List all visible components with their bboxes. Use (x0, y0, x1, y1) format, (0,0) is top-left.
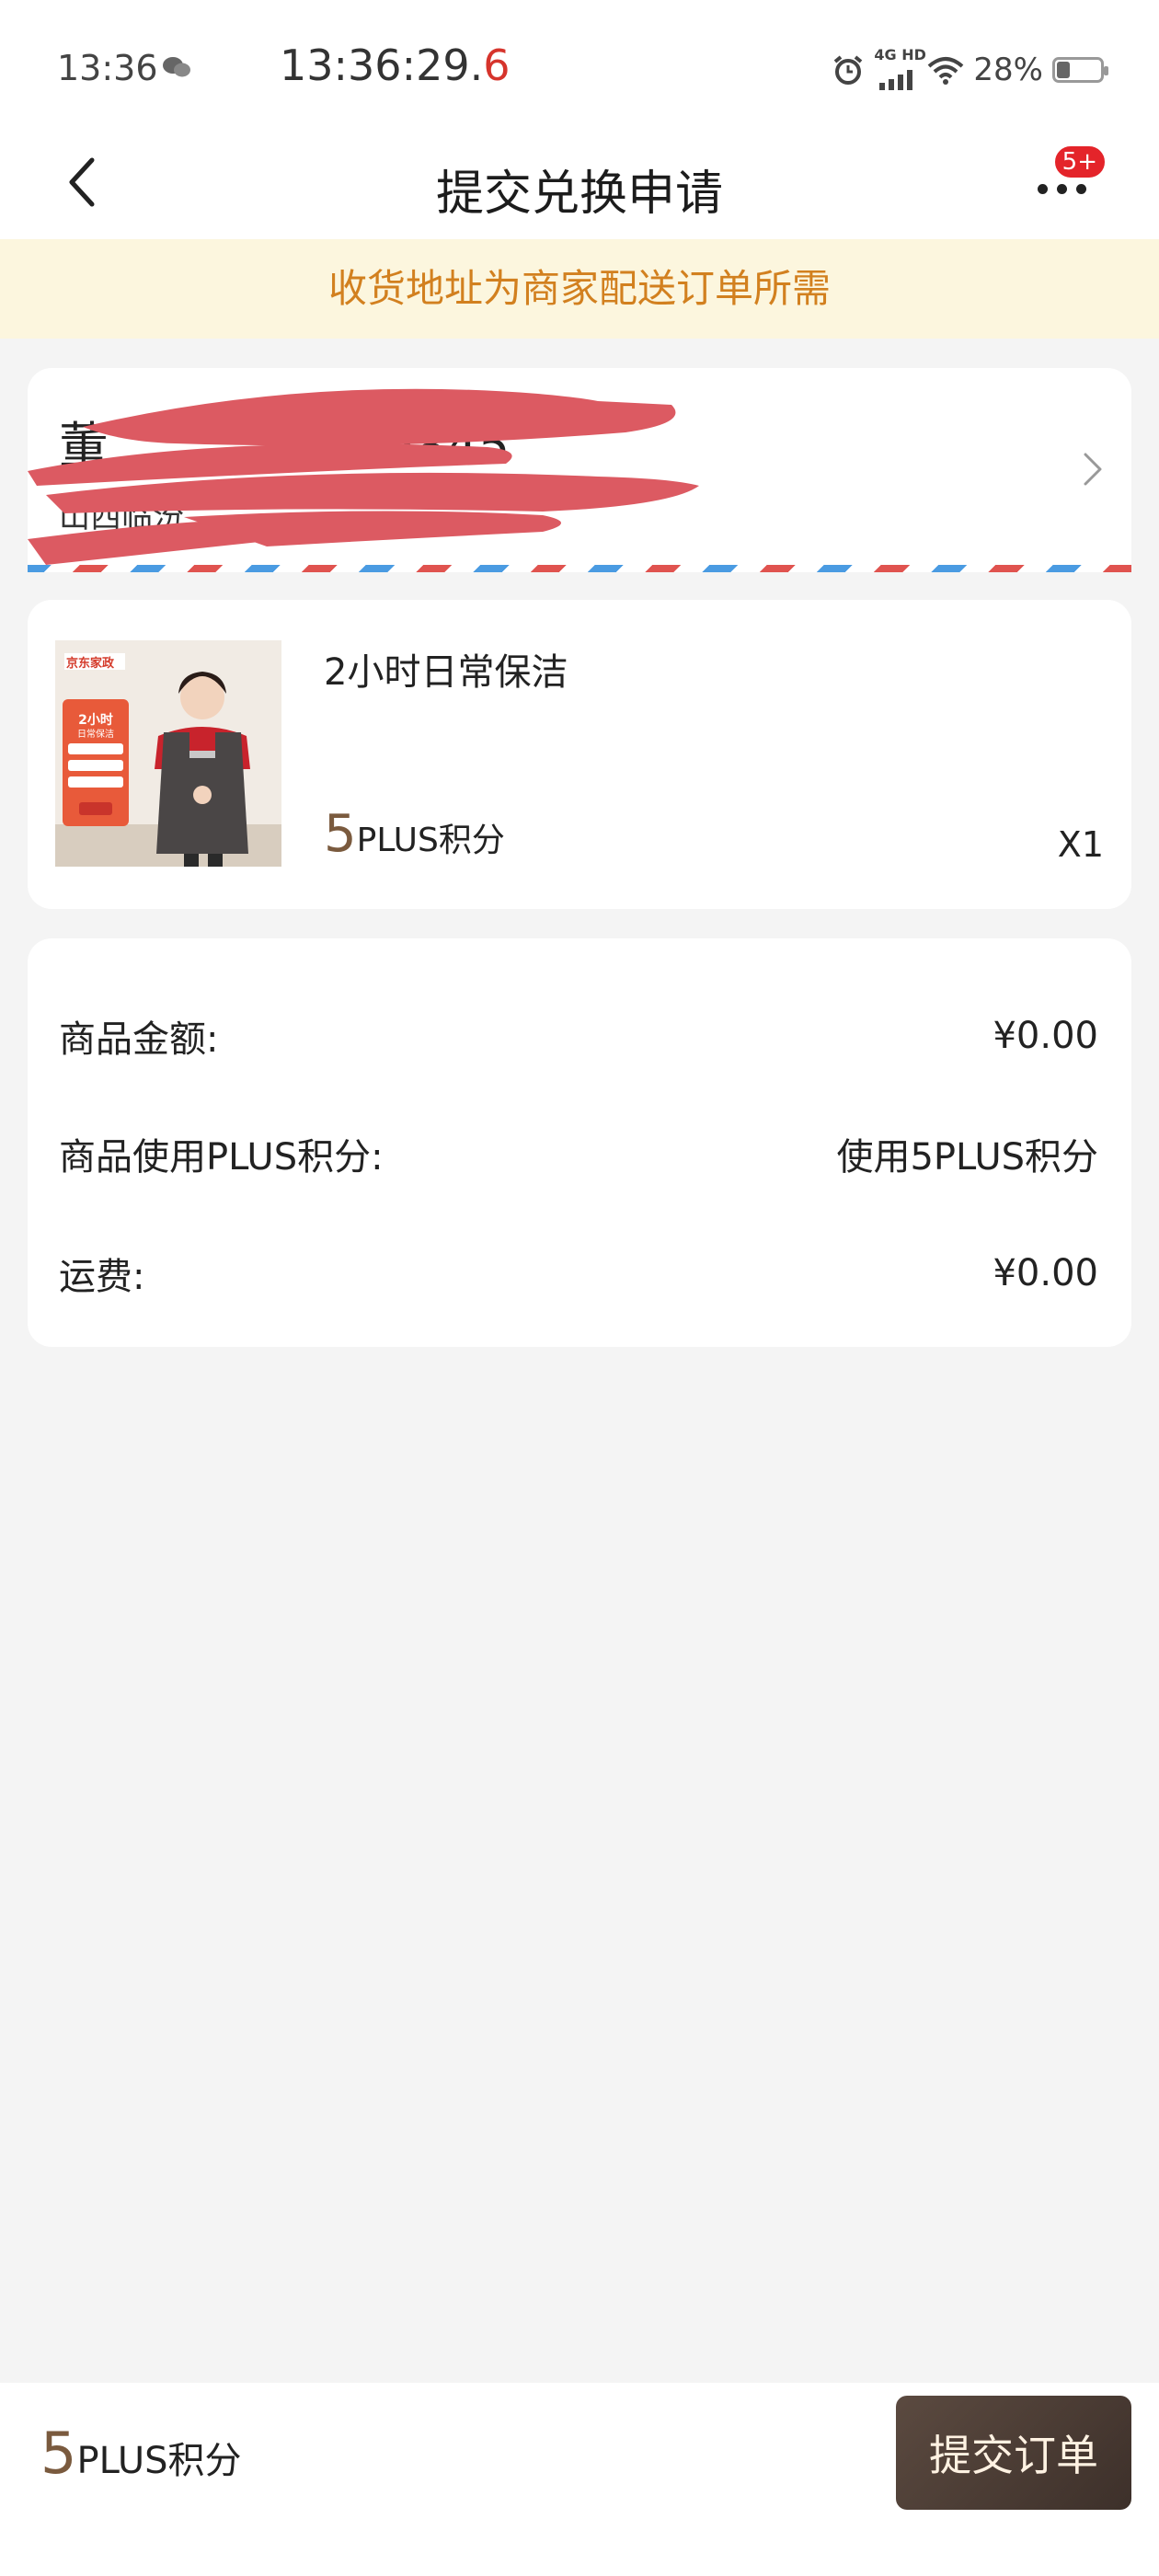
total-points: 5PLUS积分 (40, 2420, 242, 2487)
address-phone: 426845 (320, 417, 511, 475)
summary-value: ¥0.00 (993, 1252, 1098, 1294)
summary-label: 运费: (59, 1256, 145, 1298)
product-card[interactable]: 京东家政 2小时 日常保洁 2小时日常保洁 5PLUS积分 X1 (28, 600, 1131, 909)
chevron-right-icon (1084, 453, 1102, 486)
more-menu-button[interactable]: 5+ (1021, 144, 1107, 221)
product-thumbnail (55, 640, 281, 867)
summary-value: 使用5PLUS积分 (836, 1136, 1098, 1179)
wechat-icon (163, 57, 190, 77)
product-image-brand: 京东家政 (66, 657, 115, 671)
address-name: 董 (59, 417, 109, 475)
airmail-border (28, 565, 1131, 572)
product-name: 2小时日常保洁 (324, 651, 568, 694)
order-summary-card: 商品金额: ¥0.00 商品使用PLUS积分: 使用5PLUS积分 运费: ¥0… (28, 938, 1131, 1347)
more-dots-icon (1038, 184, 1086, 194)
summary-row-points: 商品使用PLUS积分: 使用5PLUS积分 (59, 1126, 1098, 1181)
product-image: 京东家政 2小时 日常保洁 (55, 640, 281, 867)
bottom-bar: 5PLUS积分 提交订单 (0, 2383, 1159, 2576)
summary-row-shipping: 运费: ¥0.00 (59, 1246, 1098, 1301)
submit-order-button[interactable]: 提交订单 (896, 2396, 1131, 2510)
product-price-number: 5 (324, 804, 357, 864)
product-price: 5PLUS积分 (324, 804, 505, 864)
wifi-icon (928, 57, 964, 85)
page-title: 提交兑换申请 (435, 167, 723, 222)
battery-percent: 28% (973, 52, 1043, 88)
clock-main: 13:36:29. (280, 40, 484, 90)
alarm-icon (834, 55, 863, 85)
status-time: 13:36 (57, 48, 158, 88)
status-bar: 13:36 13:36:29.6 4G HD 28% (0, 0, 1159, 129)
notification-badge: 5+ (1051, 144, 1107, 180)
summary-row-amount: 商品金额: ¥0.00 (59, 1008, 1098, 1064)
status-right: 4G HD 28% (832, 46, 1108, 92)
battery-icon (1052, 57, 1108, 83)
address-card[interactable]: 董 426845 山西临汾 (28, 368, 1131, 572)
status-clock: 13:36:29.6 (280, 40, 511, 90)
nav-bar: 提交兑换申请 5+ (0, 129, 1159, 239)
summary-value: ¥0.00 (993, 1015, 1098, 1057)
summary-label: 商品金额: (59, 1018, 219, 1061)
product-image-sub: 日常保洁 (77, 730, 114, 740)
signal-icon: 4G HD (874, 46, 926, 90)
network-label: 4G HD (874, 46, 926, 63)
address-notice: 收货地址为商家配送订单所需 (0, 239, 1159, 339)
clock-tenth: 6 (483, 40, 511, 90)
product-quantity: X1 (1057, 824, 1104, 865)
product-price-unit: PLUS积分 (356, 822, 505, 859)
total-points-number: 5 (40, 2420, 77, 2487)
summary-label: 商品使用PLUS积分: (59, 1136, 384, 1179)
address-detail: 山西临汾 (59, 499, 184, 535)
address-contact: 董 426845 (59, 405, 510, 477)
total-points-unit: PLUS积分 (76, 2440, 242, 2482)
